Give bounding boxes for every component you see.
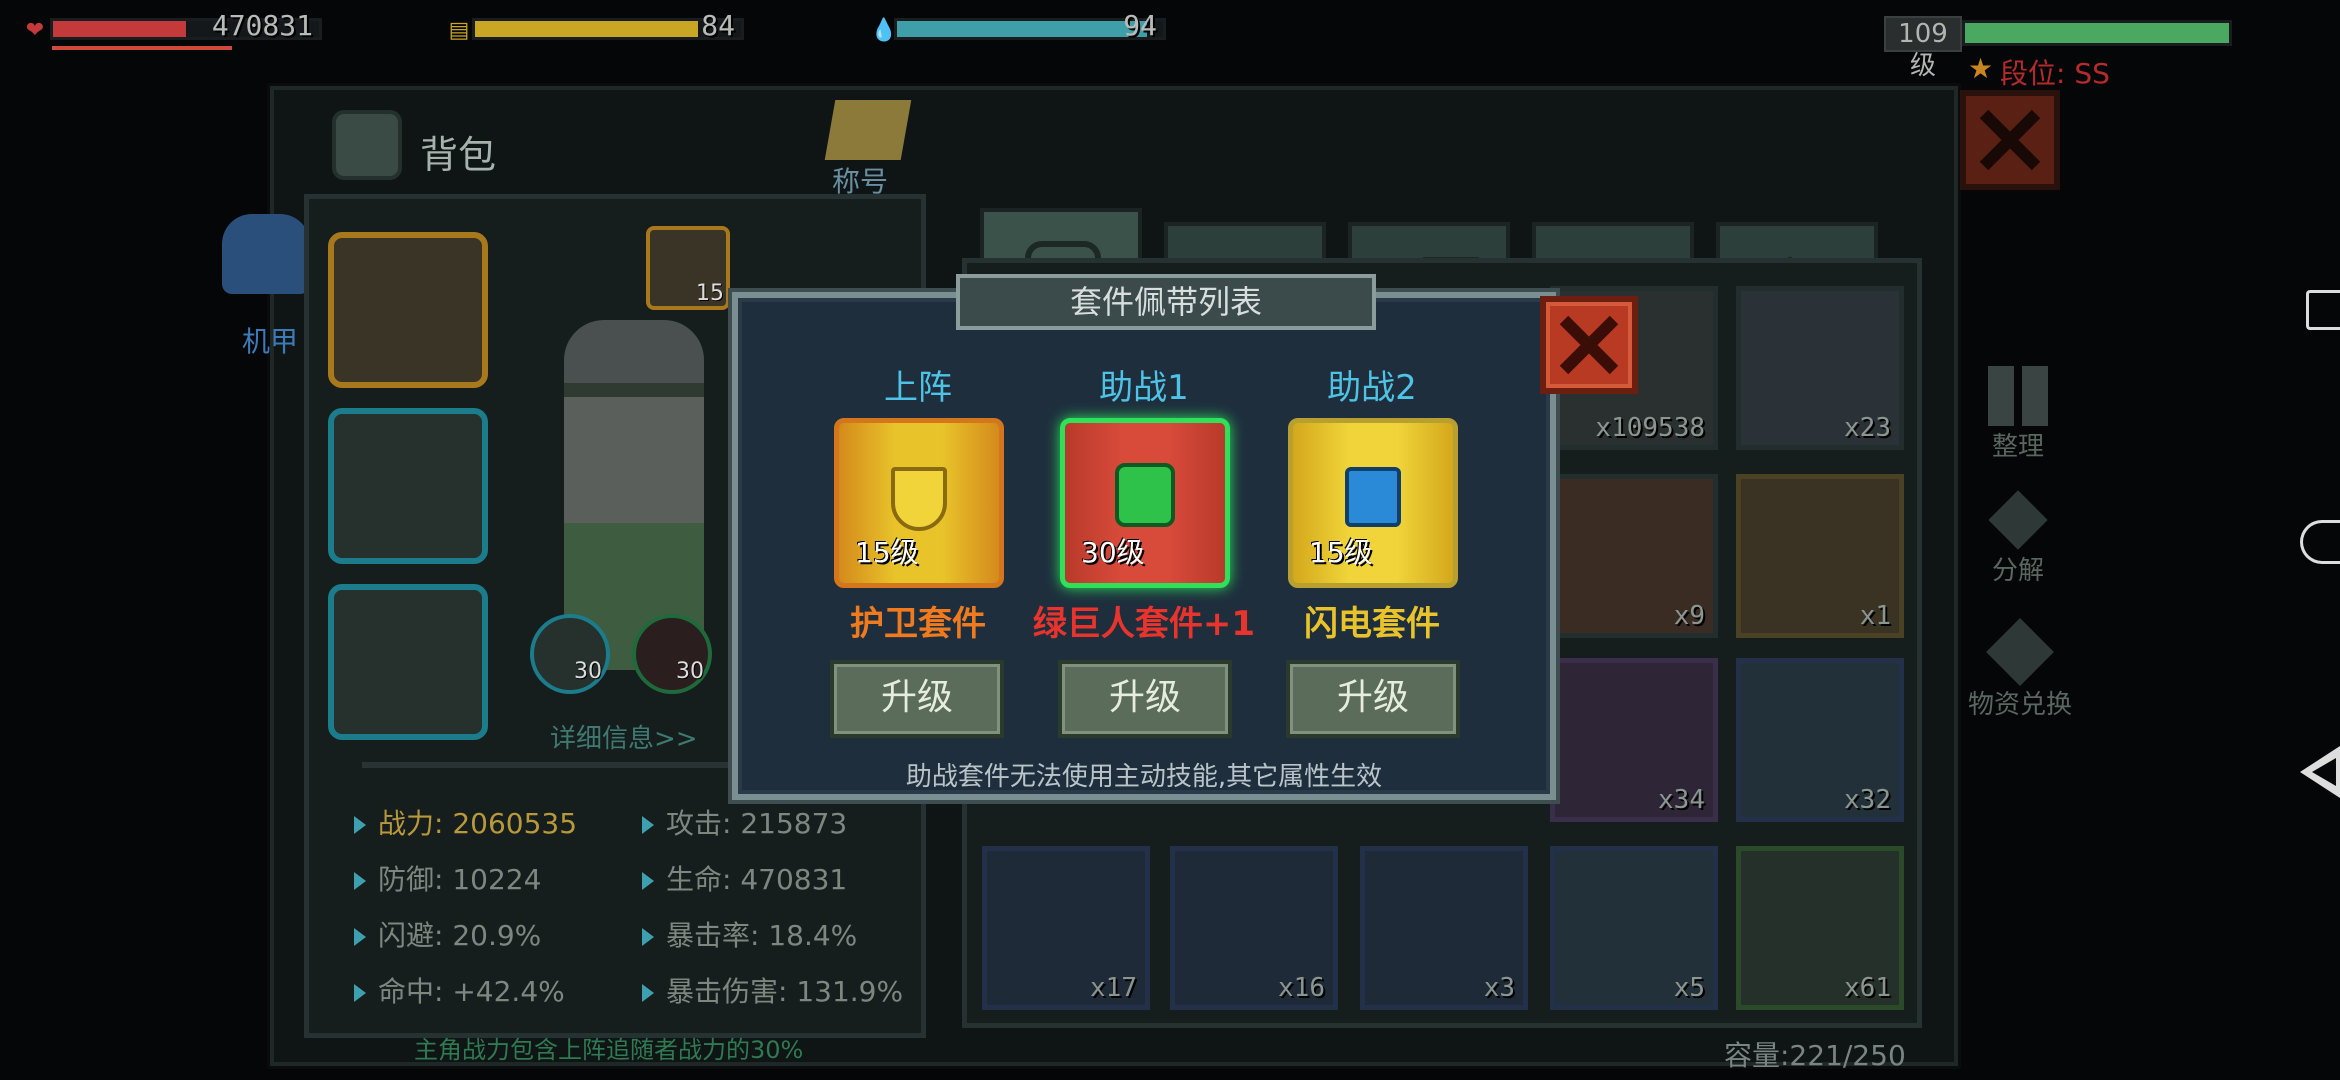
item-quantity: x3 [1483,973,1515,1003]
backpack-title: 背包 [420,133,497,177]
sort-label: 整理 [1991,432,2044,462]
kit-name-lightning: 闪电套件 [1304,604,1440,644]
exchange-icon [1986,618,2054,686]
lightning-emblem [1345,467,1401,527]
lightning-kit-icon[interactable]: 15级 [1288,418,1458,588]
slot-header-assist-1: 助战1 [1099,368,1189,408]
water-drop-icon: 💧 [870,18,898,43]
exchange-label: 物资兑换 [1967,690,2072,720]
kit-slot-3[interactable]: 30 [632,614,712,694]
item-quantity: x16 [1278,973,1325,1003]
recent-apps-icon[interactable] [2306,290,2340,330]
close-icon [1979,109,2041,171]
dialog-close-button[interactable] [1540,296,1638,394]
kit-slot-3-level: 30 [676,659,704,684]
fist-kit-icon[interactable]: 30级 [1060,418,1230,588]
item-cell[interactable]: x61 [1736,846,1904,1010]
kit-level: 15级 [1309,536,1373,569]
capacity-label: 容量:221/250 [1724,1039,1906,1072]
home-icon[interactable] [2300,520,2340,564]
item-cell[interactable]: x1 [1736,474,1904,638]
level-badge: 109级 [1884,16,1962,81]
upgrade-button-assist-2[interactable]: 升级 [1286,660,1460,738]
item-cell[interactable]: x34 [1550,658,1718,822]
item-cell[interactable]: x23 [1736,286,1904,450]
hp-bar: 470831 [50,9,322,42]
stat-hp: 生命: 470831 [642,858,847,898]
mech-label[interactable]: 机甲 [242,320,298,360]
dialog-title: 套件佩带列表 [956,274,1376,330]
coin-icon: ▤ [448,18,470,43]
disassemble-button[interactable]: 分解 [1974,490,2062,587]
energy-bar: 84 [472,9,744,42]
item-quantity: x5 [1673,973,1705,1003]
kit-slot-1-level: 15 [696,281,724,306]
kit-level: 15级 [855,536,919,569]
weapon-slot[interactable] [328,232,488,388]
hp-underline [52,46,232,50]
item-cell[interactable]: x5 [1550,846,1718,1010]
slot-header-assist-2: 助战2 [1327,368,1417,408]
item-cell[interactable]: x32 [1736,658,1904,822]
kit-name-guard: 护卫套件 [850,604,986,644]
kit-list-dialog: 上阵 助战1 助战2 15级 30级 15级 护卫套件 绿巨人套件+1 闪电套件… [732,292,1556,800]
assist-note: 助战套件无法使用主动技能,其它属性生效 [905,762,1383,792]
water-value: 94 [1123,9,1157,42]
stat-crit-rate: 暴击率: 18.4% [642,914,857,954]
xp-bar [1962,20,2232,46]
shield-emblem [891,467,947,531]
energy-value: 84 [701,9,735,42]
item-quantity: x61 [1844,973,1891,1003]
grid-icon [1988,366,2048,426]
level-label: 109级 [1898,19,1948,81]
kit-slot-2-level: 30 [574,659,602,684]
item-quantity: x1 [1859,601,1891,631]
item-cell[interactable]: x17 [982,846,1150,1010]
item-cell[interactable]: x16 [1170,846,1338,1010]
back-icon-hole [2312,758,2336,786]
slot-header-main: 上阵 [884,368,952,408]
fist-emblem [1115,463,1175,527]
stat-power: 战力: 2060535 [354,802,577,842]
item-quantity: x109538 [1595,413,1705,443]
backpack-title-icon [332,110,402,180]
kit-slot-2[interactable]: 30 [530,614,610,694]
item-quantity: x23 [1844,413,1891,443]
sort-button[interactable]: 整理 [1978,366,2058,463]
disassemble-label: 分解 [1991,556,2044,586]
stat-hit: 命中: +42.4% [354,970,565,1010]
rank-label: 段位: SS [2000,57,2110,90]
stat-dodge: 闪避: 20.9% [354,914,541,954]
armor-slot[interactable] [328,408,488,564]
close-icon [1559,315,1619,375]
stat-attack: 攻击: 215873 [642,802,847,842]
item-quantity: x34 [1658,785,1705,815]
hp-value: 470831 [211,9,313,42]
heart-icon: ❤ [25,18,45,43]
shield-kit-icon[interactable]: 15级 [834,418,1004,588]
main-close-button[interactable] [1960,90,2060,190]
item-quantity: x9 [1673,601,1705,631]
stat-defense: 防御: 10224 [354,858,541,898]
exchange-button[interactable]: 物资兑换 [1960,618,2080,721]
detail-info-link[interactable]: 详细信息>> [550,718,698,755]
kit-slot-1[interactable]: 15 [646,226,730,310]
move-icon [1988,490,2048,550]
item-cell[interactable]: x3 [1360,846,1528,1010]
water-bar: 94 [894,9,1166,42]
stat-crit-damage: 暴击伤害: 131.9% [642,970,903,1010]
upgrade-button-main[interactable]: 升级 [830,660,1004,738]
boots-slot[interactable] [328,584,488,740]
kit-name-hulk: 绿巨人套件+1 [1032,604,1256,644]
item-quantity: x17 [1090,973,1137,1003]
upgrade-button-assist-1[interactable]: 升级 [1058,660,1232,738]
kit-level: 30级 [1081,536,1145,569]
item-cell[interactable]: x9 [1550,474,1718,638]
item-quantity: x32 [1844,785,1891,815]
mech-icon[interactable] [222,214,310,294]
power-footnote: 主角战力包含上阵追随者战力的30% [414,1036,804,1064]
title-badge-icon[interactable] [824,100,912,160]
star-icon: ★ [1968,52,1994,85]
